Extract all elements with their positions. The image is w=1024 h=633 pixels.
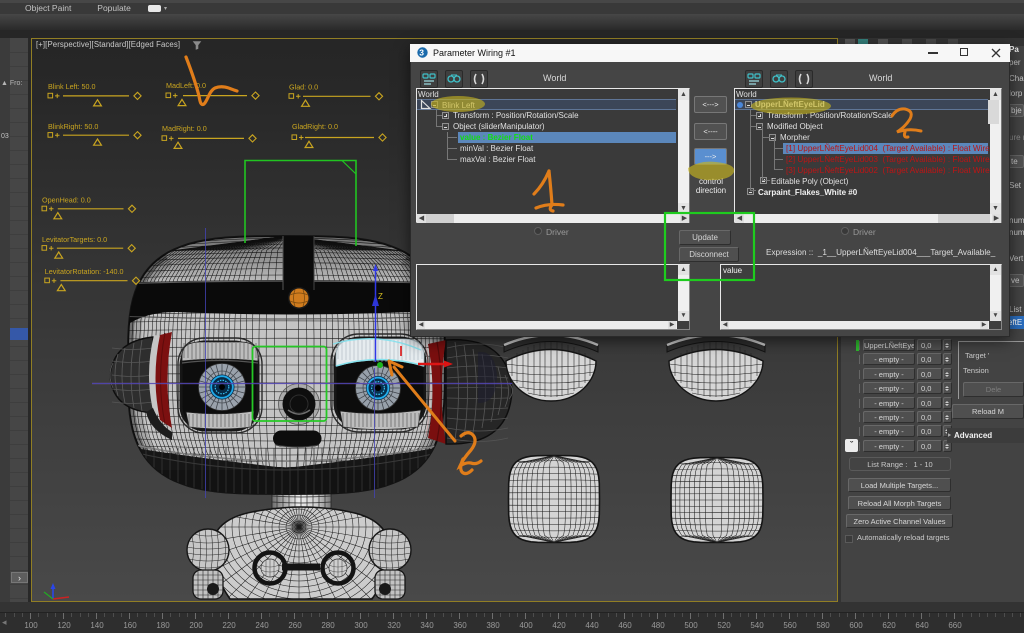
- svg-text:Glad: 0.0: Glad: 0.0: [289, 83, 318, 92]
- svg-text:3: 3: [419, 48, 424, 58]
- svg-text:GladRight: 0.0: GladRight: 0.0: [292, 122, 338, 131]
- svg-text:LevitatorTargets: 0.0: LevitatorTargets: 0.0: [42, 235, 107, 244]
- svg-text:Z: Z: [378, 292, 383, 301]
- svg-text:LevitatorRotation: -140.0: LevitatorRotation: -140.0: [45, 267, 124, 276]
- svg-text:Blink Left: 50.0: Blink Left: 50.0: [48, 82, 96, 91]
- svg-text:BlinkRight: 50.0: BlinkRight: 50.0: [48, 122, 98, 131]
- svg-text:OpenHead: 0.0: OpenHead: 0.0: [42, 196, 91, 205]
- svg-text:MadRight: 0.0: MadRight: 0.0: [162, 124, 207, 133]
- svg-text:MadLeft: 0.0: MadLeft: 0.0: [166, 81, 206, 90]
